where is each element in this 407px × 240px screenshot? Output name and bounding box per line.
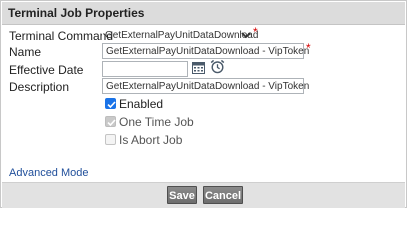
enabled-checkbox[interactable] [105, 98, 116, 109]
advanced-mode-link[interactable]: Advanced Mode [9, 167, 89, 179]
terminal-command-value: GetExternalPayUnitDataDownload [105, 30, 259, 41]
name-value: GetExternalPayUnitDataDownload - VipToke… [106, 46, 310, 57]
dialog-titlebar: Terminal Job Properties [2, 2, 405, 25]
one-time-job-checkbox [105, 116, 116, 127]
terminal-job-properties-dialog: Terminal Job Properties Terminal Command… [0, 0, 407, 208]
name-input[interactable]: GetExternalPayUnitDataDownload - VipToke… [102, 43, 309, 59]
name-required-mark: * [306, 41, 311, 55]
effective-date-label: Effective Date [9, 63, 84, 77]
is-abort-job-checkbox [105, 134, 116, 145]
is-abort-job-label: Is Abort Job [119, 133, 183, 147]
chevron-down-icon [241, 32, 251, 39]
checkmark-icon [107, 119, 116, 127]
calendar-icon[interactable] [192, 61, 205, 74]
one-time-job-label: One Time Job [119, 115, 194, 129]
name-label: Name [9, 45, 42, 59]
description-input[interactable]: GetExternalPayUnitDataDownload - VipToke… [102, 78, 309, 94]
cancel-button[interactable]: Cancel [203, 186, 243, 204]
terminal-command-required-mark: * [253, 25, 258, 39]
dialog-footer: Save Cancel [2, 182, 405, 208]
alarm-clock-icon[interactable] [210, 59, 225, 74]
terminal-command-label: Terminal Command [9, 29, 114, 43]
enabled-label: Enabled [119, 97, 164, 111]
terminal-command-select[interactable]: GetExternalPayUnitDataDownload [102, 27, 258, 44]
checkmark-icon [107, 101, 116, 109]
effective-date-input[interactable] [102, 61, 188, 77]
save-button[interactable]: Save [167, 186, 197, 204]
dialog-title: Terminal Job Properties [8, 6, 145, 20]
description-value: GetExternalPayUnitDataDownload - VipToke… [106, 81, 310, 92]
description-label: Description [9, 80, 70, 94]
